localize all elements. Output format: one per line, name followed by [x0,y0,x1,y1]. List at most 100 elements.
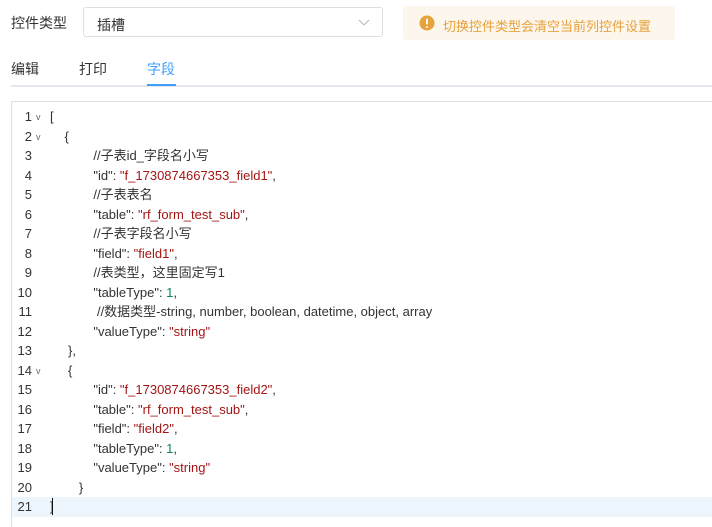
tab-edit[interactable]: 编辑 [11,59,39,79]
line-number: 13 [17,343,32,358]
code-line[interactable]: 21] [12,497,712,517]
code-text: { [50,362,73,378]
code-line[interactable]: 4 "id": "f_1730874667353_field1", [12,166,712,186]
line-gutter: 4 [12,166,45,186]
line-number: 19 [17,460,32,475]
control-type-value: 插槽 [97,17,125,33]
text-cursor [52,498,53,515]
line-gutter: 16 [12,400,45,420]
code-line[interactable]: 8 "field": "field1", [12,244,712,264]
line-number: 2 [24,128,32,144]
line-gutter: 2v [12,127,45,147]
line-number: 9 [24,265,32,280]
line-number: 18 [17,440,32,456]
code-text: "tableType": 1, [50,284,178,300]
line-number: 1 [24,109,32,124]
code-text: } [50,479,84,495]
line-number: 4 [24,167,32,183]
tab-fields[interactable]: 字段 [147,59,175,79]
line-gutter: 20 [12,478,45,498]
code-text: "tableType": 1, [50,440,178,456]
line-number: 5 [24,187,32,202]
code-line[interactable]: 5 //子表表名 [12,185,712,205]
code-text: //子表id_字段名小写 [50,148,209,163]
line-number: 10 [17,284,32,300]
line-number: 21 [17,499,32,514]
code-text: { [50,128,69,144]
code-text: "id": "f_1730874667353_field1", [50,167,276,183]
code-line[interactable]: 2v { [12,127,712,147]
control-type-select[interactable]: 插槽 [83,7,383,37]
line-gutter: 21 [12,497,45,517]
code-editor[interactable]: 1 v[2 v {3 //子表id_字段名小写 4 "id": "f_17308746… [11,101,712,527]
code-text: //表类型，这里固定写1 [50,265,225,280]
fold-arrow-icon[interactable]: v [36,362,41,382]
warning-message: 切换控件类型会清空当前列控件设置 [443,19,652,34]
line-number: 7 [24,226,32,241]
line-gutter: 10 [12,283,45,303]
line-gutter: 7 [12,224,45,244]
line-gutter: 6 [12,205,45,225]
line-number: 15 [17,382,32,397]
line-gutter: 14 v [12,361,45,381]
warning-circle-icon [419,15,435,31]
code-line[interactable]: 6 "table": "rf_form_test_sub", [12,205,712,225]
code-text: "table": "rf_form_test_sub", [50,206,249,222]
code-line[interactable]: 16 "table": "rf_form_test_sub", [12,400,712,420]
line-number: 11 [18,304,33,319]
code-line[interactable]: 3 //子表id_字段名小写 [12,146,712,166]
line-number: 12 [17,323,32,339]
code-line[interactable]: 1 v [ [12,107,712,127]
line-number: 20 [17,479,32,495]
code-text: "valueType": "string" [50,323,211,339]
code-text: "field": "field1", [50,245,178,261]
line-gutter: 1v [12,107,45,127]
code-text: //子表表名 [50,187,153,202]
code-line[interactable]: 13 }, [12,341,712,361]
code-line[interactable]: 18 "tableType": 1, [12,439,712,459]
line-number: 3 [24,148,32,163]
code-text: [ [50,109,54,124]
fold-arrow-icon[interactable]: v [36,108,41,128]
line-number: 17 [17,421,32,436]
line-gutter: 3 [12,146,45,166]
line-gutter: 8 [12,244,45,264]
tab-print[interactable]: 打印 [79,59,107,79]
line-gutter: 18 [12,439,45,459]
line-number: 6 [24,206,32,222]
code-line[interactable]: 12 "valueType": "string" [12,322,712,342]
code-line[interactable]: 14 v { [12,361,712,381]
line-gutter: 13 [12,341,45,361]
code-text: //数据类型-string, number, boolean, datetime… [50,304,433,319]
chevron-down-icon [358,19,370,26]
code-line[interactable]: 9 //表类型，这里固定写1 [12,263,712,283]
tab-divider [11,85,712,87]
code-line[interactable]: 17 "field": "field2", [12,419,712,439]
code-text: //子表字段名小写 [50,226,192,241]
line-gutter: 5 [12,185,45,205]
code-text: "field": "field2", [50,421,178,436]
code-text: "id": "f_1730874667353_field2", [50,382,276,397]
line-gutter: 15 [12,380,45,400]
line-number: 14 [17,362,32,378]
line-gutter: 17 [12,419,45,439]
code-text: "valueType": "string" [50,460,211,475]
code-line[interactable]: 20 } [12,478,712,498]
line-gutter: 12 [12,322,45,342]
line-number: 16 [17,401,32,417]
line-gutter: 19 [12,458,45,478]
control-type-label: 控件类型 [11,15,67,31]
line-number: 8 [24,245,32,261]
warning-alert: 切换控件类型会清空当前列控件设置 [403,6,675,40]
code-line[interactable]: 10 "tableType": 1, [12,283,712,303]
line-gutter: 9 [12,263,45,283]
tab-active-indicator [147,84,176,86]
code-text: }, [50,343,77,358]
code-text: "table": "rf_form_test_sub", [50,401,249,417]
code-line[interactable]: 7 //子表字段名小写 [12,224,712,244]
line-gutter: 11 [12,302,45,322]
code-line[interactable]: 11 //数据类型-string, number, boolean, datet… [12,302,712,322]
code-line[interactable]: 19 "valueType": "string" [12,458,712,478]
fold-arrow-icon[interactable]: v [36,128,41,148]
code-line[interactable]: 15 "id": "f_1730874667353_field2", [12,380,712,400]
